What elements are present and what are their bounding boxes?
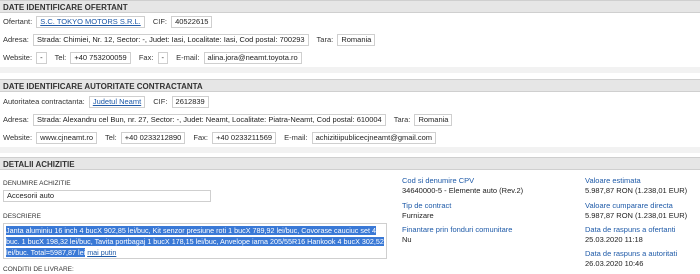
autoritate-label: Autoritatea contractanta:	[3, 97, 85, 106]
adresa-label: Adresa:	[3, 115, 29, 124]
cpv-label: Cod si denumire CPV	[402, 176, 475, 185]
tel-label: Tel:	[105, 133, 117, 142]
data-raspuns-autoritate-label: Data de raspuns a autoritati	[585, 249, 678, 258]
finantare-label: Finantare prin fonduri comunitare	[402, 225, 513, 234]
ofertant-contact-row: Website: - Tel: +40 753200059 Fax: - E-m…	[3, 52, 308, 64]
descriere-textarea[interactable]: Janta aluminiu 16 inch 4 bucX 902,85 lei…	[3, 223, 387, 259]
descriere-label: DESCRIERE	[3, 213, 41, 220]
valoare-estimata-value: 5.987,87 RON (1.238,01 EUR)	[585, 186, 688, 195]
ofertant-tel: +40 753200059	[70, 52, 131, 64]
autoritate-tel: +40 0233212890	[120, 132, 186, 144]
autoritate-address-row: Adresa: Strada: Alexandru cel Bun, nr. 2…	[3, 114, 458, 126]
cif-label: CIF:	[153, 97, 168, 106]
denumire-label: DENUMIRE ACHIZITIE	[3, 180, 71, 187]
autoritate-address: Strada: Alexandru cel Bun, nr. 27, Secto…	[32, 114, 386, 126]
autoritate-row: Autoritatea contractanta: Judetul Neamt …	[3, 96, 215, 108]
autoritate-name-link[interactable]: Judetul Neamt	[88, 96, 146, 108]
ofertant-name-link[interactable]: S.C. TOKYO MOTORS S.R.L.	[36, 16, 145, 28]
finantare-value: Nu	[402, 235, 412, 244]
mai-putin-link[interactable]: mai putin	[87, 248, 116, 257]
ofertant-fax: -	[157, 52, 168, 64]
tip-contract-value: Furnizare	[402, 211, 434, 220]
website-label: Website:	[3, 53, 33, 62]
valoare-estimata-label: Valoare estimata	[585, 176, 641, 185]
tara-label: Tara:	[316, 35, 334, 44]
valoare-cumparare-value: 5.987,87 RON (1.238,01 EUR)	[585, 211, 688, 220]
autoritate-email: achizitiipublicecjneamt@gmail.com	[311, 132, 437, 144]
valoare-cumparare-label: Valoare cumparare directa	[585, 201, 673, 210]
ofertant-address-row: Adresa: Strada: Chimiei, Nr. 12, Sector:…	[3, 34, 381, 46]
data-raspuns-autoritate-value: 26.03.2020 10:46	[585, 259, 644, 268]
fax-label: Fax:	[138, 53, 154, 62]
tara-label: Tara:	[393, 115, 411, 124]
descriere-selected-text: Janta aluminiu 16 inch 4 bucX 902,85 lei…	[6, 226, 384, 257]
ofertant-address: Strada: Chimiei, Nr. 12, Sector: -, Jude…	[32, 34, 309, 46]
ofertant-country: Romania	[337, 34, 376, 46]
ofertant-label: Ofertant:	[3, 17, 33, 26]
section-spacer	[0, 147, 700, 153]
achizitie-section-header: DETALII ACHIZITIE	[0, 157, 700, 170]
cif-label: CIF:	[152, 17, 167, 26]
conditii-label: CONDITII DE LIVRARE:	[3, 266, 74, 273]
autoritate-contact-row: Website: www.cjneamt.ro Tel: +40 0233212…	[3, 132, 442, 144]
fax-label: Fax:	[193, 133, 209, 142]
ofertant-section-header: DATE IDENTIFICARE OFERTANT	[0, 0, 700, 13]
ofertant-row: Ofertant: S.C. TOKYO MOTORS S.R.L. CIF: …	[3, 16, 218, 28]
tel-label: Tel:	[54, 53, 67, 62]
tip-contract-label: Tip de contract	[402, 201, 452, 210]
ofertant-website: -	[36, 52, 47, 64]
cpv-value: 34640000-5 - Elemente auto (Rev.2)	[402, 186, 524, 195]
autoritate-country: Romania	[414, 114, 453, 126]
ofertant-cif: 40522615	[171, 16, 213, 28]
section-spacer	[0, 67, 700, 73]
email-label: E-mail:	[284, 133, 308, 142]
denumire-field[interactable]: Accesorii auto	[3, 190, 211, 202]
website-label: Website:	[3, 133, 33, 142]
autoritate-cif: 2612839	[171, 96, 209, 108]
email-label: E-mail:	[176, 53, 200, 62]
autoritate-section-header: DATE IDENTIFICARE AUTORITATE CONTRACTANT…	[0, 79, 700, 92]
ofertant-email: alina.jora@neamt.toyota.ro	[203, 52, 302, 64]
adresa-label: Adresa:	[3, 35, 29, 44]
data-raspuns-ofertant-label: Data de raspuns a ofertanti	[585, 225, 676, 234]
data-raspuns-ofertant-value: 25.03.2020 11:18	[585, 235, 643, 244]
autoritate-website: www.cjneamt.ro	[36, 132, 98, 144]
autoritate-fax: +40 0233211569	[212, 132, 277, 144]
